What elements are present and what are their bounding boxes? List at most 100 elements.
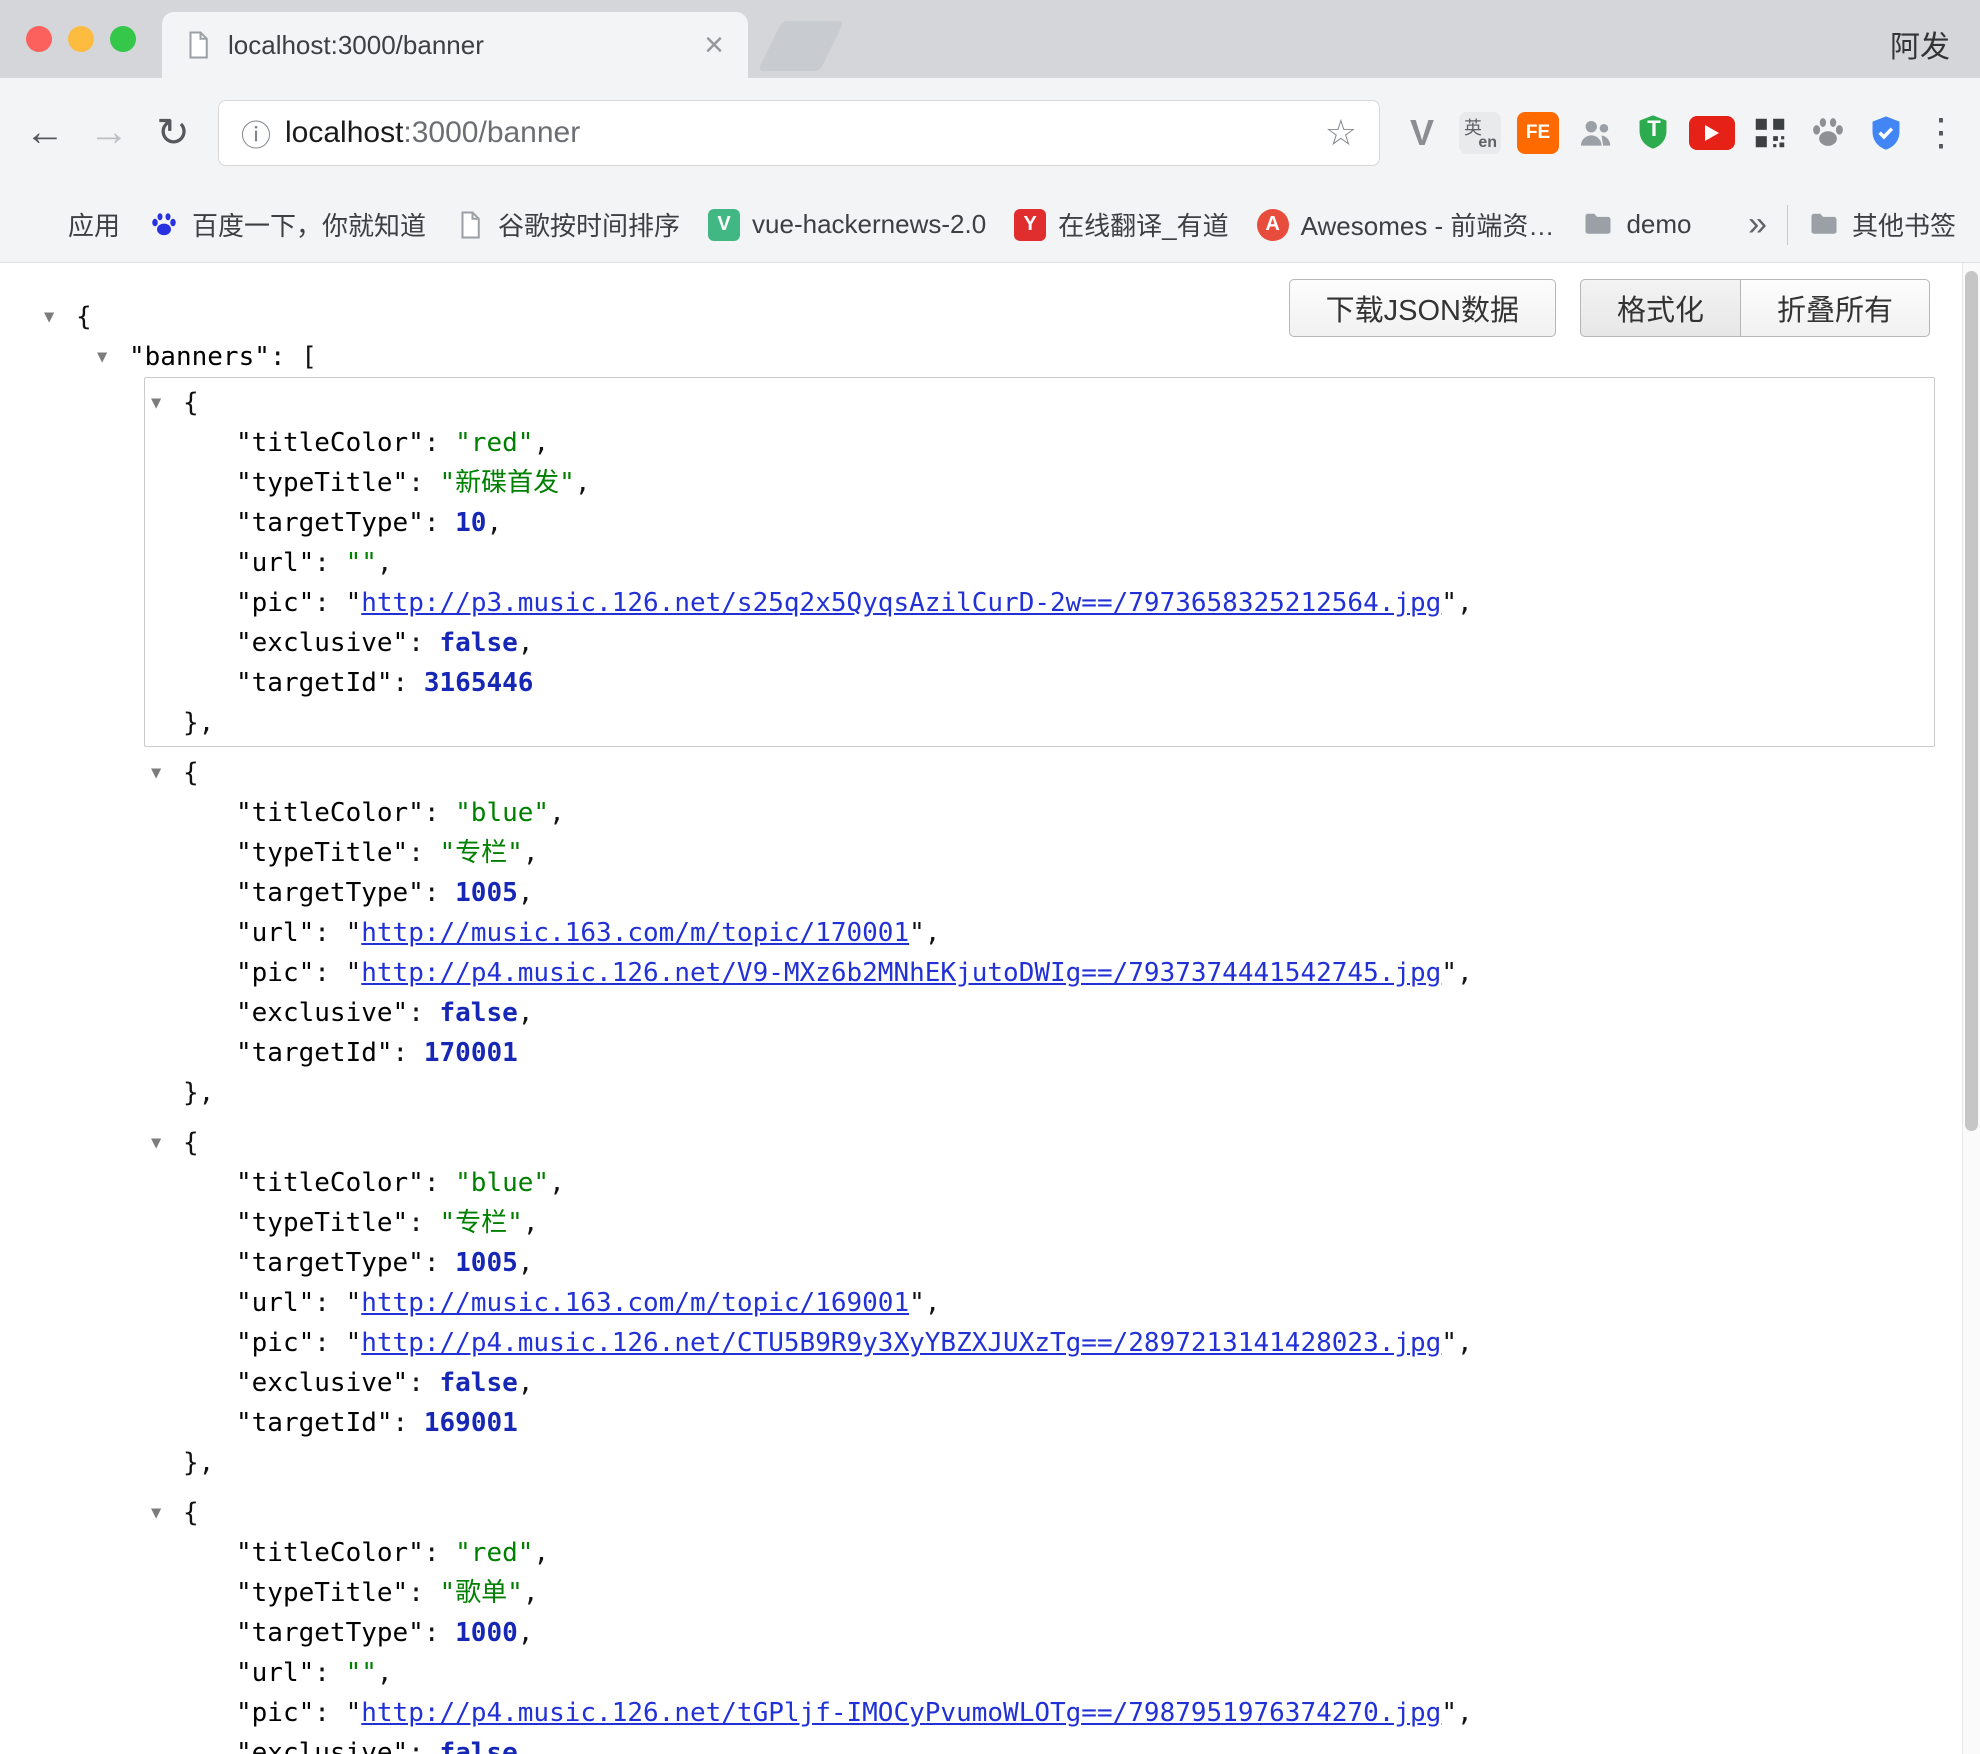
download-json-button[interactable]: 下载JSON数据 bbox=[1289, 279, 1556, 337]
other-bookmarks-folder[interactable]: 其他书签 bbox=[1808, 206, 1956, 243]
tab-close-icon[interactable]: × bbox=[700, 28, 728, 62]
document-icon bbox=[454, 209, 486, 241]
bookmarks-overflow-icon[interactable]: » bbox=[1748, 205, 1767, 244]
format-button[interactable]: 格式化 bbox=[1580, 279, 1741, 337]
json-url-link[interactable]: http://p4.music.126.net/tGPljf-IMOCyPvum… bbox=[361, 1698, 1441, 1728]
page-favicon-icon bbox=[182, 29, 214, 61]
collapse-triangle-icon[interactable]: ▼ bbox=[151, 753, 183, 793]
bookmark-item-youdao[interactable]: Y 在线翻译_有道 bbox=[1014, 206, 1228, 243]
collapse-triangle-icon[interactable]: ▼ bbox=[44, 297, 76, 337]
json-url-link[interactable]: http://p4.music.126.net/CTU5B9R9y3XyYBZX… bbox=[361, 1328, 1441, 1358]
json-boolean-value: false bbox=[440, 998, 518, 1028]
json-key: "targetId" bbox=[236, 668, 393, 698]
json-key: "pic" bbox=[236, 1328, 314, 1358]
json-line: "targetId": 3165446 bbox=[236, 663, 1934, 703]
reload-icon[interactable]: ↻ bbox=[144, 104, 202, 162]
bookmark-item-apps[interactable]: 应用 bbox=[24, 206, 120, 243]
scrollbar-thumb[interactable] bbox=[1965, 271, 1978, 1131]
json-banner-object: ▼{"titleColor": "blue","typeTitle": "专栏"… bbox=[144, 747, 1935, 1117]
json-line: "titleColor": "blue", bbox=[236, 793, 1934, 833]
minimize-window-icon[interactable] bbox=[68, 26, 94, 52]
forward-icon[interactable]: → bbox=[80, 104, 138, 162]
json-string-value: "歌单" bbox=[440, 1578, 523, 1608]
json-string-value: "" bbox=[346, 1658, 377, 1688]
collapse-triangle-icon[interactable]: ▼ bbox=[151, 1123, 183, 1163]
browser-tab[interactable]: localhost:3000/banner × bbox=[162, 12, 748, 78]
json-key: "banners" bbox=[129, 342, 270, 372]
awesomes-icon: A bbox=[1257, 209, 1289, 241]
profile-name[interactable]: 阿发 bbox=[1890, 22, 1950, 66]
json-key: "titleColor" bbox=[236, 428, 424, 458]
translator-extension-icon[interactable]: 英en bbox=[1454, 107, 1506, 159]
apps-grid-icon bbox=[24, 209, 56, 241]
folder-icon bbox=[1808, 209, 1840, 241]
json-key: "typeTitle" bbox=[236, 468, 408, 498]
back-icon[interactable]: ← bbox=[16, 104, 74, 162]
json-key: "typeTitle" bbox=[236, 838, 408, 868]
play-icon bbox=[1705, 125, 1719, 141]
bookmark-item-google-sort[interactable]: 谷歌按时间排序 bbox=[454, 206, 680, 243]
paw-extension-icon[interactable] bbox=[1802, 107, 1854, 159]
collapse-triangle-icon[interactable]: ▼ bbox=[97, 337, 129, 377]
blue-shield-check-extension-icon[interactable] bbox=[1860, 107, 1912, 159]
json-viewer: ▼{ ▼"banners": [ ▼{"titleColor": "red","… bbox=[0, 263, 1980, 1754]
json-line: "pic": "http://p4.music.126.net/tGPljf-I… bbox=[236, 1693, 1934, 1733]
json-line: "pic": "http://p4.music.126.net/V9-MXz6b… bbox=[236, 953, 1934, 993]
json-string-value: "blue" bbox=[455, 798, 549, 828]
json-key: "exclusive" bbox=[236, 628, 408, 658]
vertical-scrollbar[interactable] bbox=[1962, 263, 1980, 1754]
json-string-value: "red" bbox=[455, 1538, 533, 1568]
json-line: "exclusive": false, bbox=[236, 1363, 1934, 1403]
collapse-triangle-icon[interactable]: ▼ bbox=[151, 383, 183, 423]
json-number-value: 1005 bbox=[455, 878, 518, 908]
json-line: "targetType": 1000, bbox=[236, 1613, 1934, 1653]
bookmark-item-vue-hackernews[interactable]: V vue-hackernews-2.0 bbox=[708, 209, 986, 241]
bookmark-label: 谷歌按时间排序 bbox=[498, 206, 680, 243]
url-host: localhost bbox=[285, 116, 403, 149]
json-url-link[interactable]: http://p4.music.126.net/V9-MXz6b2MNhEKju… bbox=[361, 958, 1441, 988]
close-window-icon[interactable] bbox=[26, 26, 52, 52]
bookmark-label: vue-hackernews-2.0 bbox=[752, 209, 986, 240]
json-key: "targetType" bbox=[236, 1248, 424, 1278]
vue-logo-icon: V bbox=[708, 209, 740, 241]
json-url-link[interactable]: http://p3.music.126.net/s25q2x5QyqsAzilC… bbox=[361, 588, 1441, 618]
address-bar[interactable]: ⓘ localhost:3000/banner ☆ bbox=[218, 100, 1380, 166]
json-key: "exclusive" bbox=[236, 1368, 408, 1398]
new-tab-button[interactable] bbox=[758, 21, 844, 71]
json-string-value: "专栏" bbox=[440, 838, 523, 868]
collapse-triangle-icon[interactable]: ▼ bbox=[151, 1493, 183, 1533]
json-number-value: 3165446 bbox=[424, 668, 534, 698]
json-key: "titleColor" bbox=[236, 1168, 424, 1198]
json-key: "targetType" bbox=[236, 1618, 424, 1648]
v-extension-icon[interactable]: V bbox=[1396, 107, 1448, 159]
json-line: ▼{ bbox=[183, 753, 1934, 793]
navigation-bar: ← → ↻ ⓘ localhost:3000/banner ☆ V 英en FE… bbox=[0, 78, 1980, 187]
json-line: "exclusive": false, bbox=[236, 993, 1934, 1033]
browser-menu-icon[interactable]: ⋮ bbox=[1918, 110, 1964, 155]
bookmark-item-awesomes[interactable]: A Awesomes - 前端资… bbox=[1257, 206, 1555, 243]
bookmark-label: 应用 bbox=[68, 206, 120, 243]
collapse-all-button[interactable]: 折叠所有 bbox=[1741, 279, 1930, 337]
qr-code-extension-icon[interactable] bbox=[1744, 107, 1796, 159]
bookmark-star-icon[interactable]: ☆ bbox=[1325, 112, 1357, 154]
json-line: "typeTitle": "专栏", bbox=[236, 833, 1934, 873]
fehelper-extension-icon[interactable]: FE bbox=[1512, 107, 1564, 159]
json-line: "titleColor": "blue", bbox=[236, 1163, 1934, 1203]
page-info-icon[interactable]: ⓘ bbox=[241, 111, 271, 155]
json-line: "exclusive": false, bbox=[236, 623, 1934, 663]
people-extension-icon[interactable] bbox=[1570, 107, 1622, 159]
bookmark-item-demo[interactable]: demo bbox=[1582, 209, 1691, 241]
json-boolean-value: false bbox=[440, 1738, 518, 1754]
json-url-link[interactable]: http://music.163.com/m/topic/170001 bbox=[361, 918, 909, 948]
json-string-value: "blue" bbox=[455, 1168, 549, 1198]
json-key: "pic" bbox=[236, 958, 314, 988]
fullscreen-window-icon[interactable] bbox=[110, 26, 136, 52]
green-shield-t-extension-icon[interactable]: T bbox=[1628, 107, 1680, 159]
json-toolbar: 下载JSON数据 格式化 折叠所有 bbox=[1289, 279, 1930, 337]
url-text[interactable]: localhost:3000/banner bbox=[285, 116, 580, 150]
youtube-extension-icon[interactable] bbox=[1686, 107, 1738, 159]
json-key: "typeTitle" bbox=[236, 1208, 408, 1238]
json-url-link[interactable]: http://music.163.com/m/topic/169001 bbox=[361, 1288, 909, 1318]
json-key: "targetId" bbox=[236, 1408, 393, 1438]
bookmark-item-baidu[interactable]: 百度一下，你就知道 bbox=[148, 206, 426, 243]
